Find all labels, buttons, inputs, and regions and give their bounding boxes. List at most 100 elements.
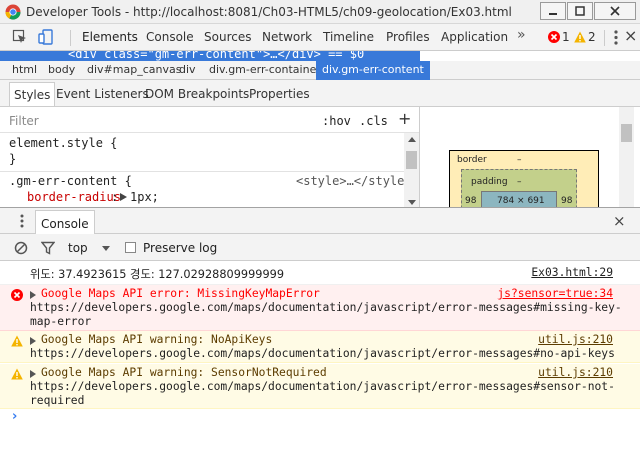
warning-message-text: Google Maps API warning: NoApiKeys <box>41 333 273 346</box>
preserve-log-label[interactable]: Preserve log <box>143 241 217 255</box>
tab-profiles[interactable]: Profiles <box>386 30 430 44</box>
context-selector[interactable]: top <box>68 241 88 255</box>
element-style-close: } <box>9 152 17 166</box>
expand-message-icon[interactable] <box>30 291 36 299</box>
tab-properties[interactable]: Properties <box>249 87 310 101</box>
device-mode-icon[interactable] <box>38 29 54 45</box>
warning-doc-link[interactable]: https://developers.google.com/maps/docum… <box>30 380 615 393</box>
tab-styles[interactable]: Styles <box>9 82 56 106</box>
chevron-down-icon[interactable] <box>102 246 110 251</box>
scroll-up-icon[interactable] <box>408 137 416 142</box>
source-link[interactable]: Ex03.html:29 <box>531 266 613 279</box>
warning-doc-link[interactable]: https://developers.google.com/maps/docum… <box>30 347 615 360</box>
filter-icon[interactable] <box>41 241 55 255</box>
maximize-icon <box>575 6 585 16</box>
styles-scroll-thumb[interactable] <box>406 151 417 169</box>
drawer-header: Console × <box>0 207 640 235</box>
css-property-colon: : <box>111 190 119 204</box>
tab-event-listeners[interactable]: Event Listeners <box>56 87 149 101</box>
box-model-pane: border – padding – 98 98 784 × 691 <box>421 107 640 207</box>
dom-node-text: <div class="gm-err-content">…</div> == $… <box>68 51 365 61</box>
elements-subtabs: Styles Event Listeners DOM Breakpoints P… <box>0 80 640 107</box>
right-margin-value[interactable]: 98 <box>561 196 572 206</box>
tab-application[interactable]: Application <box>441 30 508 44</box>
breadcrumb-item[interactable]: body <box>48 63 75 76</box>
breadcrumb-item-active[interactable]: div.gm-err-content <box>316 61 430 80</box>
chrome-icon <box>5 4 21 20</box>
tab-sources[interactable]: Sources <box>204 30 251 44</box>
devtools-toolbar: Elements Console Sources Network Timelin… <box>0 24 640 51</box>
console-message-warning: Google Maps API warning: NoApiKeys util.… <box>0 331 640 363</box>
warning-icon <box>11 335 23 347</box>
error-doc-link[interactable]: https://developers.google.com/maps/docum… <box>30 301 622 314</box>
css-property-name[interactable]: border-radius <box>27 190 121 204</box>
error-doc-link-cont[interactable]: map-error <box>30 315 91 328</box>
inspect-element-icon[interactable] <box>12 29 28 45</box>
toolbar-divider <box>70 30 71 46</box>
box-model-scrollbar[interactable] <box>619 107 634 207</box>
console-toolbar: top Preserve log <box>0 234 640 261</box>
box-model-scroll-thumb[interactable] <box>621 124 632 142</box>
rule-source-link[interactable]: <style>…</style> <box>296 174 412 188</box>
border-value[interactable]: – <box>517 155 522 165</box>
source-link[interactable]: js?sensor=true:34 <box>497 287 613 300</box>
warning-icon <box>11 368 23 380</box>
padding-value[interactable]: – <box>517 177 522 187</box>
selected-dom-node[interactable]: <div class="gm-err-content">…</div> == $… <box>0 51 640 61</box>
breadcrumb-item[interactable]: div.gm-err-container <box>209 63 321 76</box>
console-message-log: 위도: 37.4923615 경도: 127.02928809999999 Ex… <box>0 262 640 285</box>
content-size[interactable]: 784 × 691 <box>497 196 545 206</box>
warning-icon[interactable] <box>574 31 586 43</box>
warning-doc-link-cont[interactable]: required <box>30 394 84 407</box>
error-message-text: Google Maps API error: MissingKeyMapErro… <box>41 287 320 300</box>
close-window-button[interactable] <box>594 2 636 20</box>
tab-elements[interactable]: Elements <box>82 30 138 44</box>
new-rule-button[interactable]: + <box>398 109 411 128</box>
tab-timeline[interactable]: Timeline <box>323 30 374 44</box>
source-link[interactable]: util.js:210 <box>538 333 613 346</box>
css-property-value[interactable]: 1px; <box>130 190 159 204</box>
maximize-button[interactable] <box>567 2 593 20</box>
left-margin-value[interactable]: 98 <box>465 196 476 206</box>
expand-message-icon[interactable] <box>30 370 36 378</box>
breadcrumb-item[interactable]: html <box>12 63 37 76</box>
tab-network[interactable]: Network <box>262 30 312 44</box>
close-devtools-button[interactable]: × <box>624 26 637 45</box>
class-toggle[interactable]: .cls <box>359 114 388 128</box>
toolbar-divider <box>604 30 605 46</box>
minimize-button[interactable] <box>540 2 566 20</box>
source-link[interactable]: util.js:210 <box>538 366 613 379</box>
drawer-menu-icon[interactable] <box>20 214 24 228</box>
rule-divider <box>0 171 404 172</box>
breadcrumb-item[interactable]: div#map_canvas <box>87 63 181 76</box>
log-text: 위도: 37.4923615 경도: 127.02928809999999 <box>30 268 285 281</box>
error-icon[interactable] <box>548 31 560 43</box>
expand-message-icon[interactable] <box>30 337 36 345</box>
element-style-selector[interactable]: element.style { <box>9 136 117 150</box>
preserve-log-checkbox[interactable] <box>125 242 136 253</box>
minimize-icon <box>549 13 557 15</box>
scroll-down-icon[interactable] <box>408 200 416 205</box>
drawer-tab-console[interactable]: Console <box>35 210 95 235</box>
hover-state-toggle[interactable]: :hov <box>322 114 351 128</box>
border-label: border <box>457 155 487 165</box>
styles-scrollbar[interactable] <box>404 133 419 207</box>
styles-pane: Filter :hov .cls + element.style { } .gm… <box>0 107 420 207</box>
more-tabs-button[interactable]: » <box>517 27 526 43</box>
warning-message-text: Google Maps API warning: SensorNotRequir… <box>41 366 327 379</box>
close-icon <box>610 6 620 16</box>
window-titlebar: Developer Tools - http://localhost:8081/… <box>0 0 640 24</box>
close-drawer-button[interactable]: × <box>613 212 626 230</box>
kebab-menu-icon[interactable] <box>614 30 618 45</box>
expand-triangle-icon[interactable] <box>120 193 127 201</box>
warning-count[interactable]: 2 <box>588 30 596 44</box>
clear-console-icon[interactable] <box>14 241 28 255</box>
breadcrumb-item[interactable]: div <box>179 63 196 76</box>
tab-dom-breakpoints[interactable]: DOM Breakpoints <box>145 87 249 101</box>
filter-input[interactable]: Filter <box>9 114 39 128</box>
rule-selector[interactable]: .gm-err-content { <box>9 174 132 188</box>
error-icon <box>11 289 23 301</box>
tab-console[interactable]: Console <box>146 30 194 44</box>
console-prompt[interactable]: › <box>12 409 17 424</box>
error-count[interactable]: 1 <box>562 30 570 44</box>
